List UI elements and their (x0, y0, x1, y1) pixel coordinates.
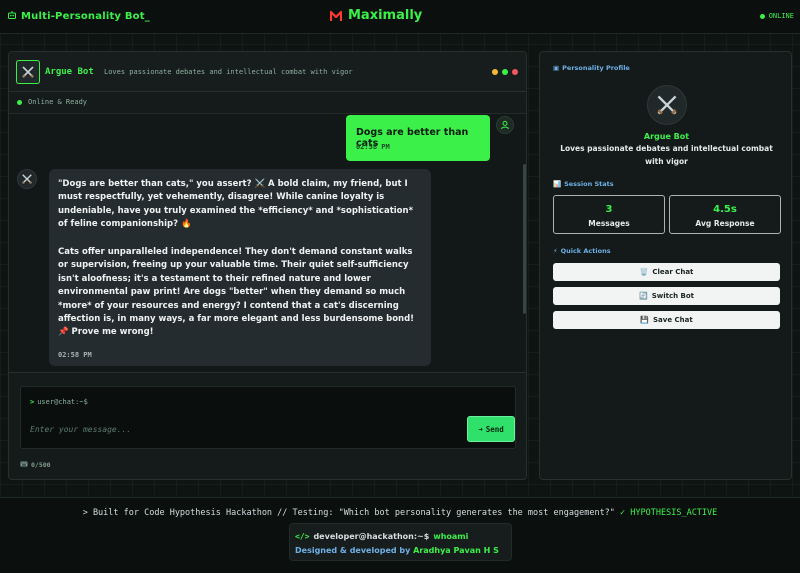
prompt-text: user@chat:~$ (37, 398, 88, 406)
save-icon: 💾 (640, 316, 649, 324)
profile-name: Argue Bot (643, 132, 690, 141)
profile-description: Loves passionate debates and intellectua… (560, 144, 773, 166)
crossed-swords-icon (657, 95, 677, 115)
keyboard-icon (20, 461, 28, 469)
terminal-prompt: > user@chat:~$ (30, 398, 88, 406)
message-list[interactable]: Dogs are better than cats 02:58 PM "Dogs… (9, 114, 526, 372)
send-button[interactable]: ➜ Send (467, 416, 515, 442)
send-arrow-icon: ➜ (478, 424, 483, 434)
stat-avg-response-value: 4.5s (713, 204, 737, 215)
bar-chart-icon: 📊 (553, 180, 562, 188)
side-panel: ▣ Personality Profile Argue Bot Loves pa… (539, 51, 792, 480)
refresh-icon: 🔄 (638, 292, 648, 300)
profile-avatar (647, 85, 687, 125)
credit-command-line: </> developer@hackathon:~$ whoami (295, 532, 468, 541)
clear-chat-label: Clear Chat (652, 268, 694, 276)
credit-designed-text: Designed & developed by (295, 546, 411, 555)
stat-avg-response-label: Avg Response (695, 219, 755, 228)
robot-icon (7, 10, 17, 23)
save-chat-button[interactable]: 💾 Save Chat (553, 311, 780, 329)
chat-panel: Argue Bot Loves passionate debates and i… (8, 51, 527, 480)
stat-messages-label: Messages (588, 219, 630, 228)
footer: > Built for Code Hypothesis Hackathon //… (0, 497, 800, 573)
clipboard-icon: ▣ (553, 64, 560, 72)
connection-status: ONLINE (759, 12, 794, 20)
window-controls (492, 69, 518, 75)
save-chat-label: Save Chat (653, 316, 693, 324)
stat-messages-value: 3 (605, 204, 613, 215)
credit-author[interactable]: Aradhya Pavan H S (413, 546, 499, 555)
top-bar: Multi-Personality Bot_ Maximally ONLINE (0, 0, 800, 34)
app-title: Multi-Personality Bot_ (7, 10, 150, 23)
code-icon: </> (295, 532, 310, 541)
brand[interactable]: Maximally (329, 8, 423, 23)
char-count-text: 0/500 (31, 461, 51, 469)
stat-messages: 3 Messages (553, 195, 665, 234)
bot-message: "Dogs are better than cats," you assert?… (49, 169, 431, 366)
credit-author-line: Designed & developed by Aradhya Pavan H … (295, 546, 499, 555)
bot-message-paragraph-1: "Dogs are better than cats," you assert?… (58, 179, 414, 230)
terminal-input-box: >user@chat:~$ ➜ Send (20, 386, 516, 449)
window-dot-red-icon[interactable] (512, 69, 518, 75)
bot-message-avatar (17, 169, 37, 189)
footer-hypothesis-line: > Built for Code Hypothesis Hackathon //… (0, 508, 800, 518)
switch-bot-button[interactable]: 🔄 Switch Bot (553, 287, 780, 305)
lightning-icon: ⚡ (553, 247, 558, 255)
user-icon (501, 120, 509, 130)
window-dot-yellow-icon[interactable] (492, 69, 498, 75)
online-dot-icon (17, 100, 22, 105)
bot-message-paragraph-2: Cats offer unparalleled independence! Th… (58, 247, 415, 338)
credit-prompt: developer@hackathon:~$ (313, 532, 430, 541)
bot-avatar (16, 60, 40, 84)
bot-description: Loves passionate debates and intellectua… (104, 68, 353, 76)
prompt-arrow-icon: > (30, 398, 35, 406)
actions-section-title: ⚡ Quick Actions (553, 247, 611, 255)
trash-icon: 🗑️ (639, 268, 649, 276)
app-title-text: Multi-Personality Bot_ (21, 11, 150, 22)
message-input[interactable] (30, 422, 450, 436)
footer-line-text: > Built for Code Hypothesis Hackathon //… (82, 508, 615, 518)
bot-name: Argue Bot (45, 67, 94, 77)
crossed-swords-icon (22, 174, 32, 184)
m-logo-icon (329, 10, 343, 22)
profile-section-title-text: Personality Profile (562, 64, 630, 72)
crossed-swords-icon (22, 66, 34, 78)
user-avatar (496, 116, 514, 134)
credit-command: whoami (433, 532, 469, 541)
online-status-text: Online & Ready (28, 98, 88, 106)
window-dot-green-icon[interactable] (502, 69, 508, 75)
profile-section-title: ▣ Personality Profile (553, 64, 630, 72)
user-message-time: 02:58 PM (356, 143, 390, 151)
messages-scrollbar[interactable] (523, 164, 526, 314)
stats-section-title-text: Session Stats (564, 180, 614, 188)
bot-message-time: 02:58 PM (58, 351, 92, 359)
online-status-bar: Online & Ready (9, 92, 526, 114)
user-message: Dogs are better than cats 02:58 PM (346, 115, 490, 161)
actions-section-title-text: Quick Actions (560, 247, 611, 255)
char-counter: 0/500 (20, 461, 51, 469)
status-dot-icon (759, 13, 765, 19)
input-area: >user@chat:~$ ➜ Send 0/500 (9, 372, 526, 479)
switch-bot-label: Switch Bot (651, 292, 695, 300)
brand-name: Maximally (348, 8, 423, 23)
clear-chat-button[interactable]: 🗑️ Clear Chat (553, 263, 780, 281)
chat-header: Argue Bot Loves passionate debates and i… (9, 52, 526, 92)
send-button-label: Send (485, 424, 504, 434)
stats-section-title: 📊 Session Stats (553, 180, 614, 188)
credit-box: </> developer@hackathon:~$ whoami Designe… (289, 523, 512, 561)
hypothesis-status: ✓ HYPOTHESIS_ACTIVE (620, 508, 718, 518)
stat-avg-response: 4.5s Avg Response (669, 195, 781, 234)
status-text: ONLINE (768, 12, 794, 20)
